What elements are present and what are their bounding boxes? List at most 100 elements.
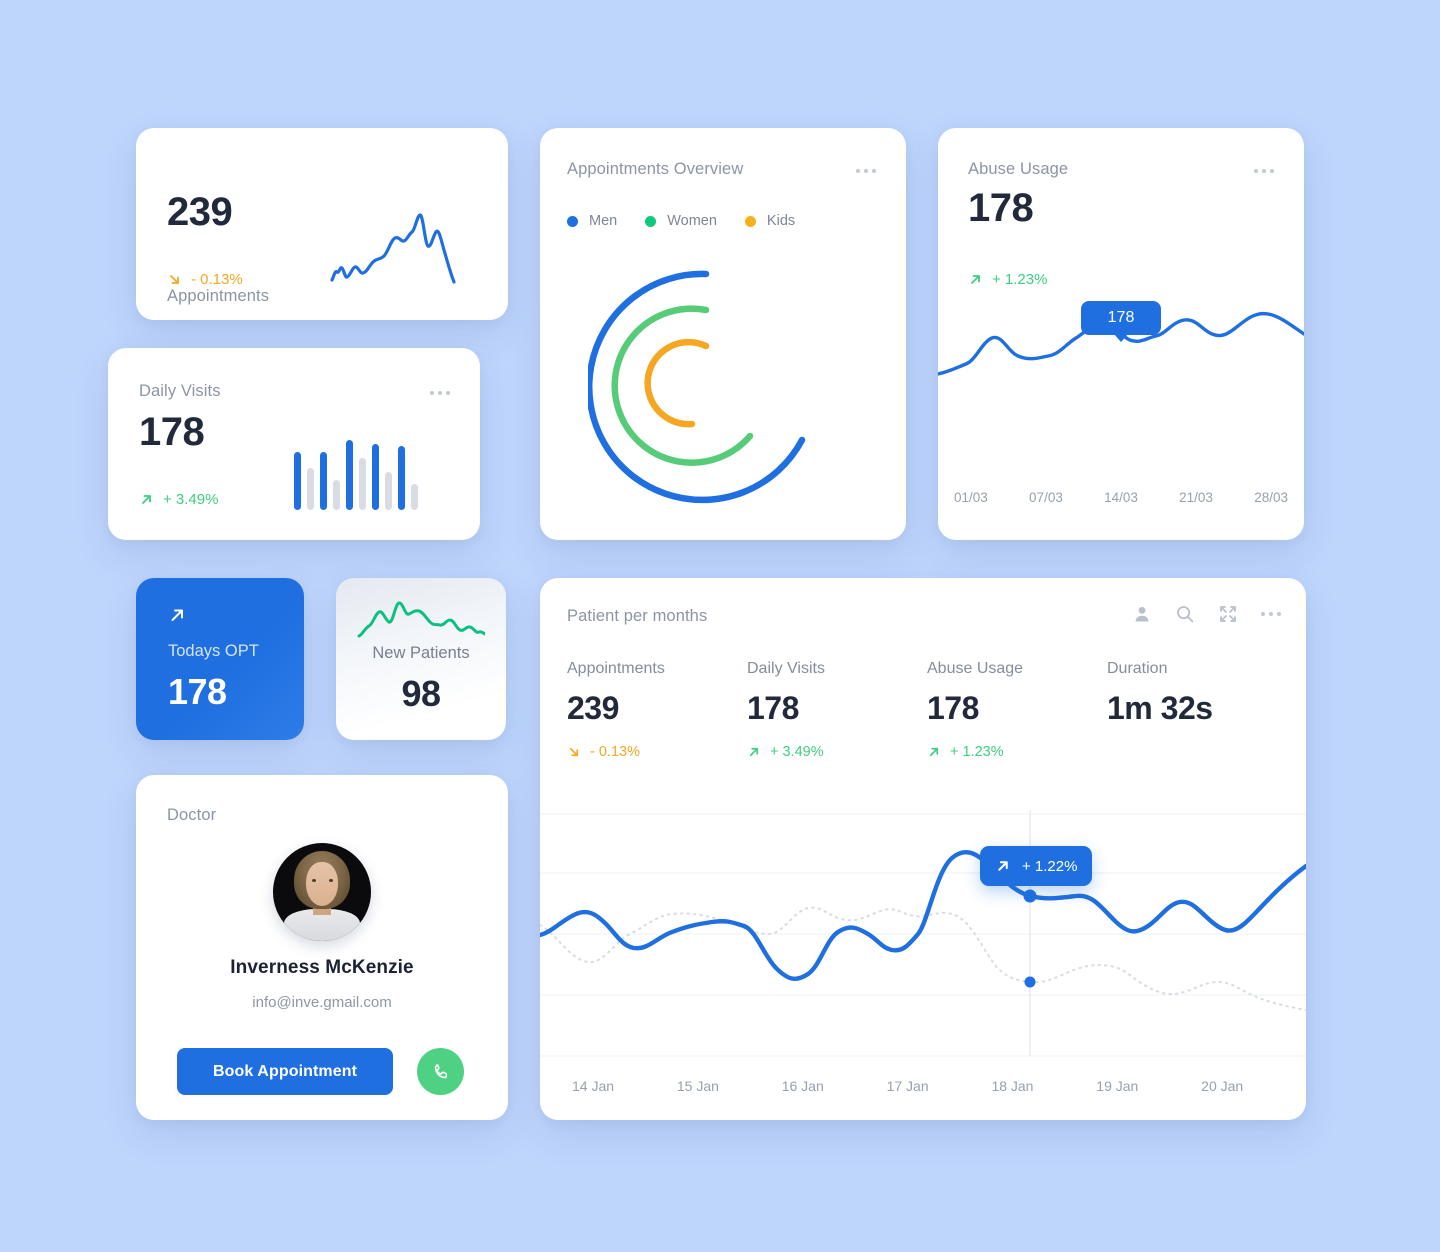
x-tick: 28/03	[1254, 490, 1288, 505]
bar	[333, 480, 340, 510]
bar	[294, 452, 301, 510]
card-title: Appointments Overview	[567, 160, 744, 178]
bar	[372, 444, 379, 510]
new-patients-tile[interactable]: New Patients 98	[336, 578, 506, 740]
arrow-up-right-icon	[998, 861, 1008, 871]
x-tick: 01/03	[954, 490, 988, 505]
delta-text: + 3.49%	[163, 491, 219, 508]
kpi-delta-text: - 0.13%	[590, 744, 640, 760]
legend-item-kids: Kids	[744, 213, 796, 229]
kpi-delta: + 3.49%	[747, 744, 927, 760]
legend-item-women: Women	[645, 213, 717, 229]
kpi-abuse-usage: Abuse Usage 178 + 1.23%	[927, 660, 1107, 760]
radial-bar-chart	[588, 270, 806, 504]
doctor-email: info@inve.gmail.com	[252, 994, 392, 1011]
card-title: Daily Visits	[139, 382, 221, 400]
daily-visits-delta: + 3.49%	[139, 491, 218, 508]
kpi-duration: Duration 1m 32s	[1107, 660, 1213, 760]
daily-visits-value: 178	[139, 410, 205, 454]
call-button[interactable]	[417, 1048, 464, 1095]
kpi-label: Abuse Usage	[927, 660, 1024, 677]
patient-per-months-panel: Patient per months Appointments 239 - 0.…	[540, 578, 1306, 1120]
arrow-up-right-icon	[171, 609, 183, 621]
data-point-marker-secondary	[1024, 976, 1036, 988]
abuse-usage-delta: + 1.23%	[968, 271, 1047, 288]
todays-opt-tile[interactable]: Todays OPT 178	[136, 578, 304, 740]
tile-value: 178	[168, 671, 227, 712]
appointments-card: Appointments 239 - 0.13%	[136, 128, 508, 320]
panel-title: Patient per months	[567, 607, 708, 625]
card-title: Appointments	[167, 287, 270, 305]
abuse-tooltip: 178	[1081, 301, 1161, 342]
tile-label: New Patients	[372, 644, 470, 662]
legend-label: Women	[667, 213, 717, 229]
dashboard-root: Appointments 239 - 0.13% Daily Visits 17…	[0, 0, 1440, 1252]
search-icon[interactable]	[1175, 604, 1195, 624]
kpi-delta: - 0.13%	[567, 744, 747, 760]
kpi-value: 178	[927, 690, 979, 726]
tooltip-value: + 1.22%	[1022, 857, 1078, 875]
ellipsis-icon[interactable]	[856, 169, 876, 173]
kpi-appointments: Appointments 239 - 0.13%	[567, 660, 747, 760]
abuse-usage-card: Abuse Usage 178 + 1.23% 178 01/03 07/03 …	[938, 128, 1304, 540]
data-point-marker	[1023, 889, 1037, 903]
x-tick: 19 Jan	[1096, 1078, 1139, 1094]
kpi-label: Appointments	[567, 660, 665, 677]
abuse-usage-value: 178	[968, 186, 1034, 230]
new-patients-sparkline	[357, 601, 485, 638]
bar	[320, 452, 327, 510]
legend-dot-icon	[645, 215, 657, 227]
kpi-delta-text: + 1.23%	[950, 744, 1004, 760]
chart-legend: Men Women Kids	[567, 213, 795, 229]
doctor-name: Inverness McKenzie	[230, 957, 414, 978]
appointments-value: 239	[167, 190, 233, 234]
bar	[398, 446, 405, 510]
kpi-daily-visits: Daily Visits 178 + 3.49%	[747, 660, 927, 760]
x-tick: 15 Jan	[676, 1078, 719, 1094]
x-tick: 07/03	[1029, 490, 1063, 505]
bar	[411, 484, 418, 510]
expand-icon[interactable]	[1218, 604, 1238, 624]
x-tick: 18 Jan	[991, 1078, 1034, 1094]
kpi-delta: + 1.23%	[927, 744, 1107, 760]
ellipsis-icon[interactable]	[1261, 612, 1281, 616]
tile-label: Todays OPT	[168, 642, 259, 660]
delta-text: + 1.23%	[992, 271, 1048, 288]
kpi-value: 1m 32s	[1107, 690, 1213, 726]
avatar	[273, 843, 371, 941]
bar	[307, 468, 314, 510]
daily-visits-card: Daily Visits 178 + 3.49%	[108, 348, 480, 540]
appointments-overview-card: Appointments Overview Men Women Kids	[540, 128, 906, 540]
kpi-label: Daily Visits	[747, 660, 825, 677]
ellipsis-icon[interactable]	[430, 391, 450, 395]
bar	[385, 472, 392, 510]
patient-line-chart	[540, 810, 1306, 1057]
kpi-value: 239	[567, 690, 619, 726]
panel-header-actions	[1132, 604, 1281, 624]
phone-icon	[434, 1063, 447, 1078]
ellipsis-icon[interactable]	[1254, 169, 1274, 173]
arrow-down-right-icon	[569, 747, 579, 757]
delta-text: - 0.13%	[191, 271, 243, 288]
x-tick: 21/03	[1179, 490, 1213, 505]
legend-dot-icon	[567, 215, 578, 227]
kpi-value: 178	[747, 690, 799, 726]
arrow-up-right-icon	[929, 747, 939, 757]
legend-label: Kids	[766, 213, 796, 229]
appointments-sparkline	[330, 213, 456, 284]
tile-value: 98	[401, 673, 441, 714]
x-axis-labels: 01/03 07/03 14/03 21/03 28/03	[938, 490, 1304, 505]
arrow-up-right-icon	[142, 495, 151, 504]
tooltip-value: 178	[1107, 309, 1135, 326]
arrow-up-right-icon	[749, 747, 759, 757]
bar	[359, 458, 366, 510]
book-appointment-button[interactable]: Book Appointment	[177, 1048, 393, 1095]
user-icon[interactable]	[1132, 604, 1152, 624]
kpi-delta-text: + 3.49%	[770, 744, 824, 760]
kpi-label: Duration	[1107, 660, 1168, 677]
x-tick: 14/03	[1104, 490, 1138, 505]
x-axis-labels: 14 Jan 15 Jan 16 Jan 17 Jan 18 Jan 19 Ja…	[540, 1078, 1306, 1094]
legend-dot-icon	[744, 215, 756, 227]
legend-label: Men	[589, 213, 618, 229]
card-title: Abuse Usage	[968, 160, 1069, 178]
